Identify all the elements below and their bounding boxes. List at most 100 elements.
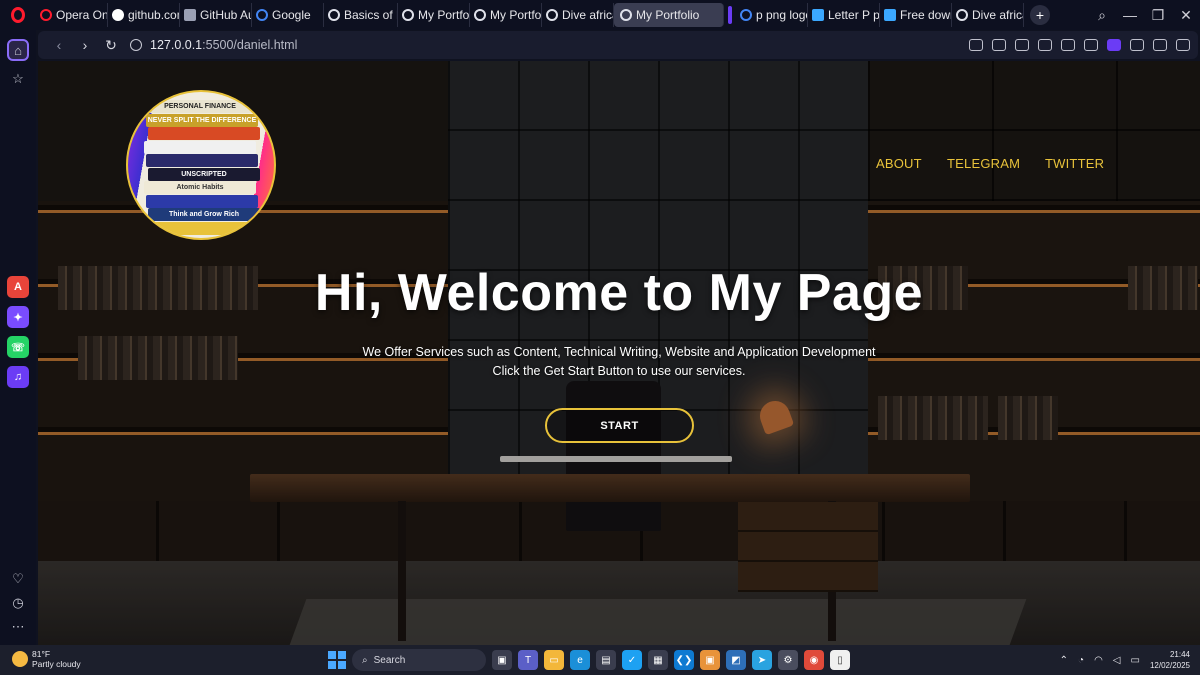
site-info-icon[interactable] (130, 39, 142, 51)
profile-icon[interactable] (1153, 39, 1167, 51)
restore-button[interactable]: ❐ (1144, 7, 1172, 24)
globe-icon (402, 9, 414, 21)
camera-icon[interactable] (992, 39, 1006, 51)
page-subtitle: We Offer Services such as Content, Techn… (38, 343, 1200, 381)
aria-icon[interactable] (1107, 39, 1121, 51)
tab-bar: Opera One github.com GitHub Au Google Ba… (0, 0, 1200, 30)
network-icon[interactable]: ◔ (1078, 655, 1084, 666)
edge-icon[interactable]: e (570, 650, 590, 670)
chrome-icon[interactable]: ◉ (804, 650, 824, 670)
download-icon[interactable] (1084, 39, 1098, 51)
tab-letter-p[interactable]: Letter P pn (808, 3, 880, 27)
send-icon[interactable] (1038, 39, 1052, 51)
tab-dive-africa-2[interactable]: Dive africa (952, 3, 1024, 27)
page-viewport: PERSONAL FINANCE NEVER SPLIT THE DIFFEREN… (38, 61, 1200, 645)
avatar-book: UNSCRIPTED (148, 167, 260, 181)
shield-icon[interactable] (1015, 39, 1029, 51)
avatar-book (144, 221, 256, 235)
clock[interactable]: 21:44 12/02/2025 (1150, 649, 1190, 671)
history-icon[interactable]: ◷ (7, 592, 29, 614)
weather-widget[interactable]: 81°F Partly cloudy (12, 649, 81, 669)
settings-sliders-icon[interactable] (1130, 39, 1144, 51)
weather-temperature: 81°F (32, 649, 51, 659)
home-icon[interactable]: ⌂ (7, 39, 29, 61)
edit-icon[interactable] (969, 39, 983, 51)
wifi-icon[interactable]: ◠ (1094, 655, 1103, 666)
tab-dive-africa-1[interactable]: Dive africa (542, 3, 614, 27)
chevron-up-icon[interactable]: ⌃ (1060, 655, 1068, 666)
avatar-book: Think and Grow Rich (148, 208, 260, 221)
photo-app-icon[interactable]: ▣ (700, 650, 720, 670)
new-tab-button[interactable]: + (1030, 5, 1050, 25)
tab-github[interactable]: github.com (108, 3, 180, 27)
globe-icon (620, 9, 632, 21)
heart-icon[interactable]: ♡ (7, 568, 29, 590)
tab-github-auth[interactable]: GitHub Au (180, 3, 252, 27)
telegram-icon[interactable]: ➤ (752, 650, 772, 670)
system-tray: ⌃ ◔ ◠ ◁ ▭ 21:44 12/02/2025 (1060, 649, 1190, 671)
file-explorer-icon[interactable]: ▭ (544, 650, 564, 670)
toolbar-actions (969, 39, 1190, 51)
avatar-book (148, 127, 260, 140)
vscode-icon[interactable]: ❮❯ (674, 650, 694, 670)
address-bar: ‹ › ↻ 127.0.0.1:5500/daniel.html (38, 31, 1198, 59)
url-field[interactable]: 127.0.0.1:5500/daniel.html (130, 38, 297, 52)
tab-google[interactable]: Google (252, 3, 324, 27)
google-icon (740, 9, 752, 21)
taskbar-search[interactable]: ⌕ Search (352, 649, 486, 671)
search-tabs-icon[interactable]: ⌕ (1088, 7, 1116, 24)
nav-twitter-link[interactable]: TWITTER (1045, 156, 1104, 171)
tab-island-indicator (728, 6, 732, 24)
store-icon[interactable]: ▤ (596, 650, 616, 670)
avatar-book: PERSONAL FINANCE (144, 100, 256, 113)
google-icon (256, 9, 268, 21)
heart-icon[interactable] (1061, 39, 1075, 51)
teams-icon[interactable]: T (518, 650, 538, 670)
minimize-button[interactable]: — (1116, 7, 1144, 23)
tab-opera-one[interactable]: Opera One (36, 3, 108, 27)
m-logo-icon (812, 9, 824, 21)
nav-about-link[interactable]: ABOUT (876, 156, 922, 171)
twitter-icon[interactable]: ✓ (622, 650, 642, 670)
tab-free-download[interactable]: Free down (880, 3, 952, 27)
opera-icon (11, 7, 25, 23)
tab-my-portfolio-active[interactable]: My Portfolio (614, 3, 724, 27)
app-grid-icon[interactable]: ▦ (648, 650, 668, 670)
reload-button[interactable]: ↻ (98, 37, 124, 54)
search-icon: ⌕ (362, 654, 368, 666)
extensions-icon[interactable] (1176, 39, 1190, 51)
more-icon[interactable]: ⋯ (7, 616, 29, 638)
tab-p-png-logo[interactable]: p png logo (736, 3, 808, 27)
messenger-icon[interactable]: ✦ (7, 306, 29, 328)
avatar-book: Atomic Habits (144, 181, 256, 194)
sidebar: ⌂ ☆ A ✦ ☏ ♫ ♡ ◷ ⋯ (0, 30, 36, 645)
settings-icon[interactable]: ⚙ (778, 650, 798, 670)
task-view-icon[interactable]: ▣ (492, 650, 512, 670)
volume-icon[interactable]: ◁ (1113, 655, 1121, 666)
start-button[interactable]: START (545, 408, 694, 443)
document-icon[interactable]: ▯ (830, 650, 850, 670)
back-button[interactable]: ‹ (46, 37, 72, 53)
music-player-icon[interactable]: ♫ (7, 366, 29, 388)
app-icon[interactable]: ◩ (726, 650, 746, 670)
nav-telegram-link[interactable]: TELEGRAM (947, 156, 1020, 171)
forward-button[interactable]: › (72, 37, 98, 53)
globe-icon (546, 9, 558, 21)
tab-basics[interactable]: Basics of P (324, 3, 398, 27)
partly-cloudy-icon (12, 651, 28, 667)
star-icon[interactable]: ☆ (7, 68, 29, 90)
aria-app-icon[interactable]: A (7, 276, 29, 298)
close-button[interactable]: ✕ (1172, 7, 1200, 24)
opera-icon (40, 9, 52, 21)
opera-menu-button[interactable] (0, 0, 36, 30)
window-controls: ⌕ — ❐ ✕ (1088, 7, 1200, 24)
whatsapp-icon[interactable]: ☏ (7, 336, 29, 358)
battery-icon[interactable]: ▭ (1131, 655, 1140, 666)
globe-icon (956, 9, 968, 21)
subtitle-line-1: We Offer Services such as Content, Techn… (362, 345, 876, 359)
tab-my-portfolio-1[interactable]: My Portfoli (398, 3, 470, 27)
tab-my-portfolio-2[interactable]: My Portfoli (470, 3, 542, 27)
m-logo-icon (884, 9, 896, 21)
windows-start-icon[interactable] (328, 651, 346, 669)
avatar-book: NEVER SPLIT THE DIFFERENCE (146, 113, 258, 127)
